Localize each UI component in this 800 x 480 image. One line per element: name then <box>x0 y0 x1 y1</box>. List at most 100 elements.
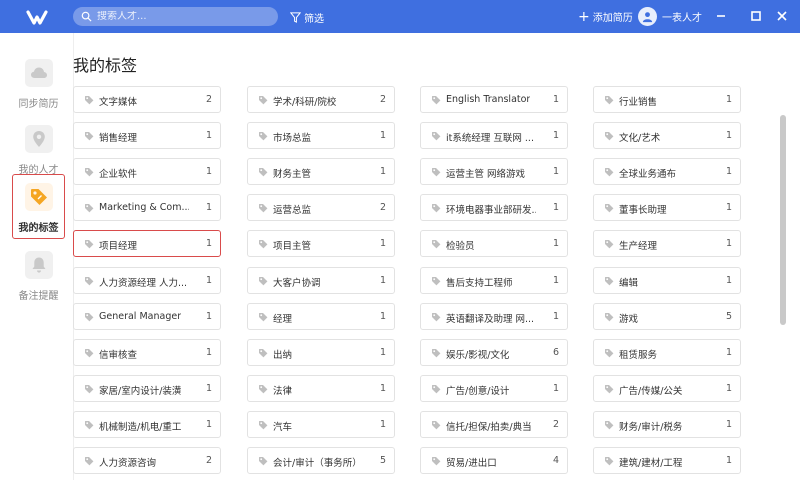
tag-count: 1 <box>552 202 559 213</box>
tag-count: 1 <box>725 419 732 430</box>
tag-item[interactable]: 广告/传媒/公关 1 <box>593 375 741 402</box>
tag-icon <box>85 313 94 322</box>
tag-item[interactable]: 广告/创意/设计 1 <box>420 375 568 402</box>
tag-item[interactable]: 租赁服务 1 <box>593 339 741 366</box>
tag-item[interactable]: 全球业务通布 1 <box>593 158 741 185</box>
maximize-button[interactable] <box>746 6 766 26</box>
tag-icon <box>432 168 441 177</box>
tag-icon <box>605 457 614 466</box>
tag-item[interactable]: 英语翻译及助理 网... 1 <box>420 303 568 330</box>
tag-icon <box>259 96 268 105</box>
tag-item[interactable]: 学术/科研/院校 2 <box>247 86 395 113</box>
tag-count: 1 <box>205 311 212 322</box>
tag-item[interactable]: 贸易/进出口 4 <box>420 447 568 474</box>
filter-button[interactable]: 筛选 <box>290 9 324 25</box>
avatar <box>638 7 657 26</box>
tag-item[interactable]: 家居/室内设计/装潢 1 <box>73 375 221 402</box>
tag-item[interactable]: 编辑 1 <box>593 267 741 294</box>
tag-icon <box>85 349 94 358</box>
tag-count: 1 <box>205 383 212 394</box>
tag-item[interactable]: 售后支持工程师 1 <box>420 267 568 294</box>
tag-item[interactable]: 环境电器事业部研发... 1 <box>420 194 568 221</box>
tag-item[interactable]: 信托/担保/拍卖/典当 2 <box>420 411 568 438</box>
tag-count: 5 <box>725 311 732 322</box>
tag-count: 1 <box>379 130 386 141</box>
tag-icon <box>259 457 268 466</box>
tag-item[interactable]: 销售经理 1 <box>73 122 221 149</box>
tag-name: 法律 <box>273 386 293 397</box>
tag-item[interactable]: 汽车 1 <box>247 411 395 438</box>
sidebar-icon-box <box>24 59 53 87</box>
tag-name: 文化/艺术 <box>619 133 661 144</box>
tag-icon <box>605 421 614 430</box>
tag-name: 租赁服务 <box>619 350 658 361</box>
search-input[interactable] <box>97 11 267 22</box>
search-box[interactable] <box>73 7 278 26</box>
tag-item[interactable]: 人力资源咨询 2 <box>73 447 221 474</box>
tag-item[interactable]: 大客户协调 1 <box>247 267 395 294</box>
tag-item[interactable]: 人力资源经理 人力... 1 <box>73 267 221 294</box>
tag-item[interactable]: 市场总监 1 <box>247 122 395 149</box>
tag-item[interactable]: 企业软件 1 <box>73 158 221 185</box>
tag-name: 家居/室内设计/装潢 <box>99 386 182 397</box>
tag-item[interactable]: 生产经理 1 <box>593 230 741 257</box>
tag-icon <box>605 277 614 286</box>
sidebar-item-my-talent[interactable]: 我的人才 <box>12 117 65 182</box>
close-button[interactable] <box>772 6 792 26</box>
tag-icon <box>432 457 441 466</box>
tag-name: 人力资源咨询 <box>99 458 157 469</box>
tag-count: 1 <box>725 275 732 286</box>
sidebar-icon-box <box>24 125 53 153</box>
scrollbar[interactable] <box>780 115 786 325</box>
tag-item[interactable]: 项目经理 1 <box>73 230 221 257</box>
tag-name: 出纳 <box>273 350 293 361</box>
tag-item[interactable]: 项目主管 1 <box>247 230 395 257</box>
tag-item[interactable]: 检验员 1 <box>420 230 568 257</box>
tag-count: 2 <box>379 94 386 105</box>
minimize-icon <box>717 15 725 17</box>
sidebar-item-sync-resume[interactable]: 同步简历 <box>12 51 65 116</box>
tag-name: 编辑 <box>619 278 639 289</box>
user-profile[interactable]: 一表人才 <box>638 7 702 26</box>
tag-item[interactable]: 文化/艺术 1 <box>593 122 741 149</box>
tag-item[interactable]: 建筑/建材/工程 1 <box>593 447 741 474</box>
sidebar-item-my-tags[interactable]: 我的标签 <box>12 174 65 239</box>
sidebar-item-reminders[interactable]: 备注提醒 <box>12 243 65 308</box>
tag-item[interactable]: General Manager 1 <box>73 303 221 330</box>
tag-name: 售后支持工程师 <box>446 278 513 289</box>
sidebar-item-label: 我的标签 <box>18 223 59 234</box>
maximize-icon <box>751 11 761 21</box>
tag-item[interactable]: Marketing & Com... 1 <box>73 194 221 221</box>
tag-name: 检验员 <box>446 241 475 252</box>
tag-item[interactable]: 运营主管 网络游戏 1 <box>420 158 568 185</box>
tag-item[interactable]: 文字媒体 2 <box>73 86 221 113</box>
sidebar-item-label: 同步简历 <box>18 99 59 110</box>
tag-icon <box>605 385 614 394</box>
tag-item[interactable]: 娱乐/影视/文化 6 <box>420 339 568 366</box>
tag-icon <box>432 313 441 322</box>
tag-item[interactable]: 法律 1 <box>247 375 395 402</box>
tag-name: 董事长助理 <box>619 205 667 216</box>
search-icon <box>81 11 92 22</box>
tag-item[interactable]: 机械制造/机电/重工 1 <box>73 411 221 438</box>
tag-item[interactable]: English Translator 1 <box>420 86 568 113</box>
add-resume-button[interactable]: + 添加简历 <box>578 9 633 25</box>
tag-item[interactable]: 董事长助理 1 <box>593 194 741 221</box>
tag-item[interactable]: 会计/审计（事务所） 5 <box>247 447 395 474</box>
tag-item[interactable]: 信审核查 1 <box>73 339 221 366</box>
tag-name: 经理 <box>273 314 293 325</box>
tag-icon <box>605 240 614 249</box>
tag-item[interactable]: 行业销售 1 <box>593 86 741 113</box>
tag-item[interactable]: 经理 1 <box>247 303 395 330</box>
minimize-button[interactable] <box>711 6 731 26</box>
tag-item[interactable]: it系统经理 互联网 ... 1 <box>420 122 568 149</box>
user-icon <box>642 12 653 23</box>
tag-item[interactable]: 财务主管 1 <box>247 158 395 185</box>
tag-count: 1 <box>552 130 559 141</box>
tag-item[interactable]: 出纳 1 <box>247 339 395 366</box>
tag-item[interactable]: 游戏 5 <box>593 303 741 330</box>
tag-name: 财务/审计/税务 <box>619 422 683 433</box>
tag-item[interactable]: 财务/审计/税务 1 <box>593 411 741 438</box>
tag-item[interactable]: 运营总监 2 <box>247 194 395 221</box>
tag-icon <box>605 96 614 105</box>
